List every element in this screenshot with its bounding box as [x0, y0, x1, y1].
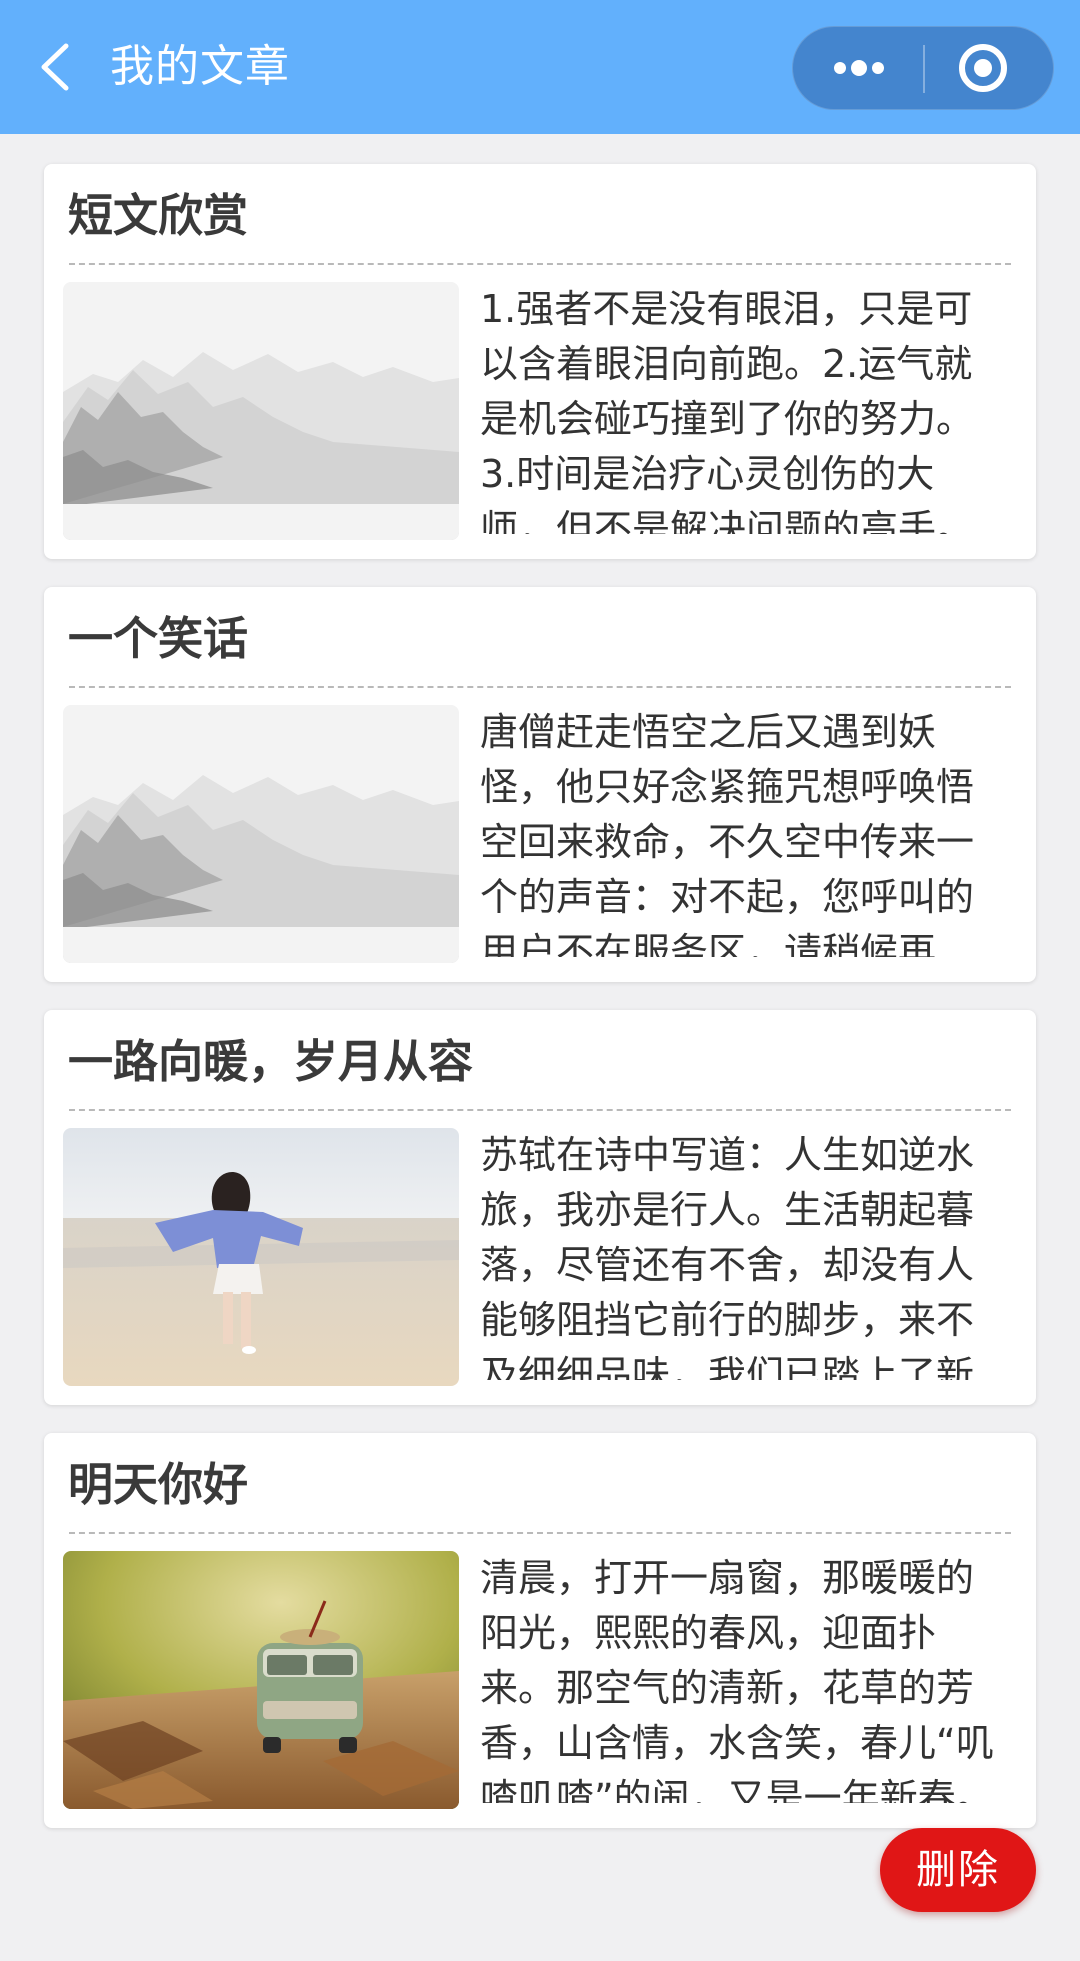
article-card[interactable]: 短文欣赏 1.强者不是没有眼泪，只是可以含着眼泪向前跑。2.运气就是机会碰巧撞到… — [44, 164, 1036, 559]
close-target-icon[interactable] — [925, 27, 1053, 109]
back-chevron-icon[interactable] — [30, 36, 86, 98]
article-title: 短文欣赏 — [68, 189, 249, 242]
more-dots-icon[interactable] — [793, 27, 923, 109]
dashed-divider — [69, 1109, 1011, 1111]
delete-button[interactable]: 删除 — [880, 1828, 1036, 1912]
ink-landscape-image — [63, 705, 459, 963]
dashed-divider — [69, 686, 1011, 688]
article-excerpt: 唐僧赶走悟空之后又遇到妖怪，他只好念紧箍咒想呼唤悟空回来救命，不久空中传来一个的… — [480, 710, 975, 957]
article-card[interactable]: 一路向暖，岁月从容 苏轼在诗中写道：人生如逆水旅，我亦是行人。生活朝起暮落，尽管… — [44, 1010, 1036, 1405]
article-card[interactable]: 一个笑话 唐僧赶走悟空之后又遇到妖怪，他只好念紧箍咒想呼唤悟空回来救命，不久空中… — [44, 587, 1036, 982]
dashed-divider — [69, 1532, 1011, 1534]
article-title: 一路向暖，岁月从容 — [68, 1035, 474, 1088]
capsule-menu — [792, 26, 1054, 110]
article-excerpt: 1.强者不是没有眼泪，只是可以含着眼泪向前跑。2.运气就是机会碰巧撞到了你的努力… — [480, 287, 975, 534]
dashed-divider — [69, 263, 1011, 265]
article-card[interactable]: 明天你好 清晨，打开一扇窗，那暖暖的阳光，熙熙的春风，迎面扑来。那空气的清新，花… — [44, 1433, 1036, 1828]
toy-van-image — [63, 1551, 459, 1809]
article-excerpt: 清晨，打开一扇窗，那暖暖的阳光，熙熙的春风，迎面扑来。那空气的清新，花草的芳香，… — [480, 1556, 994, 1803]
page-title: 我的文章 — [110, 41, 290, 92]
article-excerpt: 苏轼在诗中写道：人生如逆水旅，我亦是行人。生活朝起暮落，尽管还有不舍，却没有人能… — [480, 1133, 975, 1380]
nav-bar: 我的文章 — [0, 0, 1080, 134]
beach-girl-image — [63, 1128, 459, 1386]
article-title: 明天你好 — [68, 1458, 249, 1511]
ink-landscape-image — [63, 282, 459, 540]
article-title: 一个笑话 — [68, 612, 249, 665]
